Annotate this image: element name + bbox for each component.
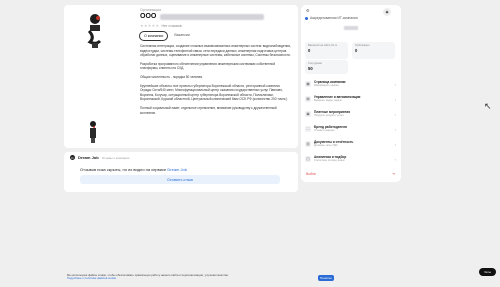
logout-link[interactable]: Выйти (306, 172, 316, 176)
description-paragraph: Разработка программного обеспечения упра… (140, 61, 276, 71)
menu-item-subtitle: Вакансии, кадры, задачи (314, 99, 342, 103)
menu-item-analytics[interactable]: ◫ Аналитика и подбор Статистика, отклики… (305, 154, 397, 164)
menu-item-subtitle: Продукты, ресурсы, услуги (314, 114, 344, 118)
stat-vacancies[interactable]: Вакансий на сайте hh.ru 0 (305, 42, 348, 59)
user-avatar-icon[interactable]: ◉ (383, 8, 391, 16)
stat-label: Вакансий на сайте hh.ru (308, 44, 338, 47)
menu-item-subtitle: Отзывы и карьера (314, 129, 335, 133)
description-paragraph: Системная интеграция, создание сложных в… (140, 44, 291, 58)
menu-item-management[interactable]: ▤ Управление и автоматизация Вакансии, к… (305, 94, 397, 104)
company-type-label: Организация (140, 8, 162, 12)
menu-item-documents[interactable]: ▥ Документы и отчётность Договоры, акты,… (305, 139, 397, 149)
description-paragraph: Полный социальный пакет, отдельное стрем… (140, 105, 277, 115)
reviews-card: D Dream Job Отзывы о компании Отзывов по… (64, 152, 298, 192)
paid-events-icon: ▣ (305, 111, 311, 117)
rating-text: Нет отзывов (161, 23, 182, 28)
reviews-header: D Dream Job Отзывы о компании (70, 155, 129, 160)
menu-item-subtitle: Статистика, отклики, рынок (314, 159, 345, 163)
rating-stars-icon: ★★★★★ (140, 23, 160, 28)
company-logo-image (87, 14, 102, 48)
company-description: Системная интеграция, создание сложных в… (140, 44, 292, 119)
reviews-title: Dream Job (78, 155, 99, 160)
cookie-policy-link[interactable]: Подробнее о политике файлов cookie (67, 276, 229, 280)
menu-item-paid-events[interactable]: ▣ Платные мероприятия Продукты, ресурсы,… (305, 109, 397, 119)
logout-icon[interactable]: ⇥ (392, 172, 395, 176)
chats-button[interactable]: Чаты (479, 268, 496, 276)
company-id-redacted (344, 26, 358, 30)
stat-value: 0 (308, 48, 311, 54)
verified-text: Аккредитованная ИТ-компания (310, 16, 358, 20)
menu-item-subtitle: Информация о фирме (314, 84, 339, 88)
stat-staff[interactable]: Сотрудники 50 (305, 60, 348, 74)
menu-item-company-page[interactable]: ▦ Страница компании Информация о фирме › (305, 79, 397, 89)
management-icon: ▤ (305, 96, 311, 102)
settings-icon[interactable]: ⚙ (306, 8, 310, 13)
stat-value: 50 (308, 66, 313, 72)
company-name: ООО (140, 13, 157, 20)
verified-badge: Аккредитованная ИТ-компания (305, 16, 358, 20)
menu-item-employer-brand[interactable]: ⛶ Бренд работодателя Отзывы и карьера › (305, 124, 397, 134)
tab-vacancies[interactable]: Вакансии (170, 31, 193, 41)
dream-job-link[interactable]: Dream Job (167, 167, 187, 172)
chevron-right-icon: › (394, 96, 396, 102)
reviews-message-text: Отзывов пока скрыты, но их видно на серв… (80, 167, 167, 172)
employer-brand-icon: ⛶ (305, 126, 311, 132)
documents-icon: ▥ (305, 141, 311, 147)
analytics-icon: ◫ (305, 156, 311, 162)
cookie-accept-button[interactable]: Понятно (318, 275, 334, 281)
dream-job-logo-icon: D (70, 155, 75, 160)
stat-label: Публикация (355, 44, 370, 47)
chevron-right-icon: › (394, 156, 396, 162)
reviews-message: Отзывов пока скрыты, но их видно на серв… (80, 167, 187, 172)
chevron-right-icon: › (394, 126, 396, 132)
verified-dot-icon (305, 16, 308, 20)
leave-review-button[interactable]: Оставить отзыв (80, 175, 280, 184)
cookie-notice: Мы используем файлы cookie, чтобы обеспе… (67, 273, 229, 281)
menu-item-subtitle: Договоры, акты, НДС (314, 144, 338, 148)
company-tabs: О компании Вакансии (139, 31, 194, 41)
company-name-redacted (160, 14, 264, 20)
tab-about[interactable]: О компании (139, 31, 169, 41)
company-rating: ★★★★★ Нет отзывов (140, 23, 182, 28)
chevron-right-icon: › (394, 81, 396, 87)
mouse-cursor-icon: ↖ (484, 101, 492, 111)
company-figure-icon (90, 121, 96, 143)
chevron-right-icon: › (394, 141, 396, 147)
stat-value: 0 (355, 48, 358, 54)
description-paragraph: Крупнейшие объекты: все проекты губернат… (140, 83, 288, 102)
reviews-subtitle: Отзывы о компании (101, 155, 130, 160)
stat-label: Сотрудники (308, 62, 323, 65)
chevron-right-icon: › (394, 111, 396, 117)
company-page-icon: ▦ (305, 81, 311, 87)
stat-publications[interactable]: Публикация 0 (352, 42, 395, 59)
description-paragraph: Общая численность - порядка 50 человек. (140, 74, 203, 79)
